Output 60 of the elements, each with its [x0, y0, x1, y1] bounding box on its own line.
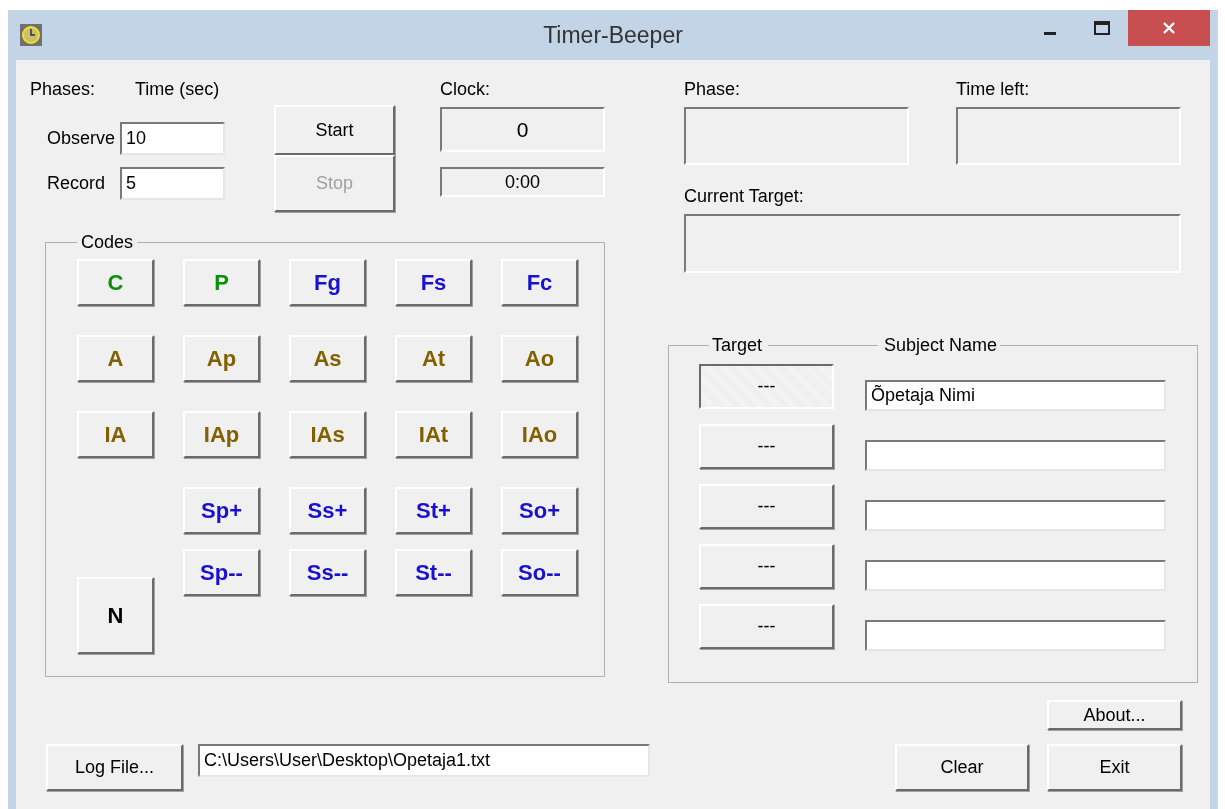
code-button[interactable]: P	[183, 259, 260, 306]
subject-name-field[interactable]	[865, 500, 1166, 531]
target-label: Target	[712, 335, 763, 356]
time-field[interactable]: 10	[120, 122, 225, 155]
subject-name-field[interactable]	[865, 620, 1166, 651]
code-button[interactable]: As	[289, 335, 366, 382]
code-button[interactable]: IA	[77, 411, 154, 458]
clear-button[interactable]: Clear	[895, 744, 1029, 791]
code-button[interactable]: N	[77, 577, 154, 654]
subject-name-field[interactable]	[865, 440, 1166, 471]
code-button[interactable]: Ap	[183, 335, 260, 382]
code-button[interactable]: Sp--	[183, 549, 260, 596]
exit-button[interactable]: Exit	[1047, 744, 1182, 791]
code-button[interactable]: A	[77, 335, 154, 382]
clock-icon	[20, 24, 42, 46]
close-icon	[1162, 21, 1176, 35]
code-button[interactable]: St+	[395, 487, 472, 534]
codes-label: Codes	[80, 232, 135, 253]
code-button[interactable]: IAo	[501, 411, 578, 458]
target-button[interactable]: ---	[699, 484, 834, 529]
clock-display: 0	[440, 107, 605, 152]
code-button[interactable]: Fg	[289, 259, 366, 306]
target-button[interactable]: ---	[699, 604, 834, 649]
phase-label: Phase:	[684, 78, 741, 100]
window-title: Timer-Beeper	[543, 22, 683, 49]
log-file-button[interactable]: Log File...	[46, 744, 183, 791]
phase-label: Observe	[46, 128, 117, 149]
code-button[interactable]: IAs	[289, 411, 366, 458]
log-path-field[interactable]: C:\Users\User\Desktop\Opetaja1.txt	[198, 744, 650, 777]
code-button[interactable]: St--	[395, 549, 472, 596]
current-target-label: Current Target:	[684, 185, 804, 207]
subject-name-field[interactable]	[865, 560, 1166, 591]
time-label: Time (sec)	[135, 78, 220, 100]
time-field[interactable]: 5	[120, 167, 225, 200]
phase-label: Record	[46, 173, 107, 194]
target-button[interactable]: ---	[699, 544, 834, 589]
time-left-label: Time left:	[956, 78, 1030, 100]
code-button[interactable]: Ss--	[289, 549, 366, 596]
code-button[interactable]: Ao	[501, 335, 578, 382]
code-button[interactable]: Fs	[395, 259, 472, 306]
start-button[interactable]: Start	[274, 105, 395, 155]
subject-name-label: Subject Name	[884, 335, 998, 356]
subject-name-field[interactable]: Õpetaja Nimi	[865, 380, 1166, 411]
code-button[interactable]: So--	[501, 549, 578, 596]
code-button[interactable]: At	[395, 335, 472, 382]
about-button[interactable]: About...	[1047, 700, 1182, 730]
target-button[interactable]: ---	[699, 364, 834, 409]
code-button[interactable]: IAp	[183, 411, 260, 458]
code-button[interactable]: IAt	[395, 411, 472, 458]
clock-label: Clock:	[440, 78, 490, 100]
maximize-icon	[1094, 21, 1110, 35]
target-button[interactable]: ---	[699, 424, 834, 469]
code-button[interactable]: Fc	[501, 259, 578, 306]
code-button[interactable]: So+	[501, 487, 578, 534]
clock-time-display: 0:00	[440, 167, 605, 197]
phases-label: Phases:	[30, 78, 97, 100]
code-button[interactable]: Ss+	[289, 487, 366, 534]
code-button[interactable]: Sp+	[183, 487, 260, 534]
code-button[interactable]: C	[77, 259, 154, 306]
minimize-icon	[1044, 31, 1056, 35]
